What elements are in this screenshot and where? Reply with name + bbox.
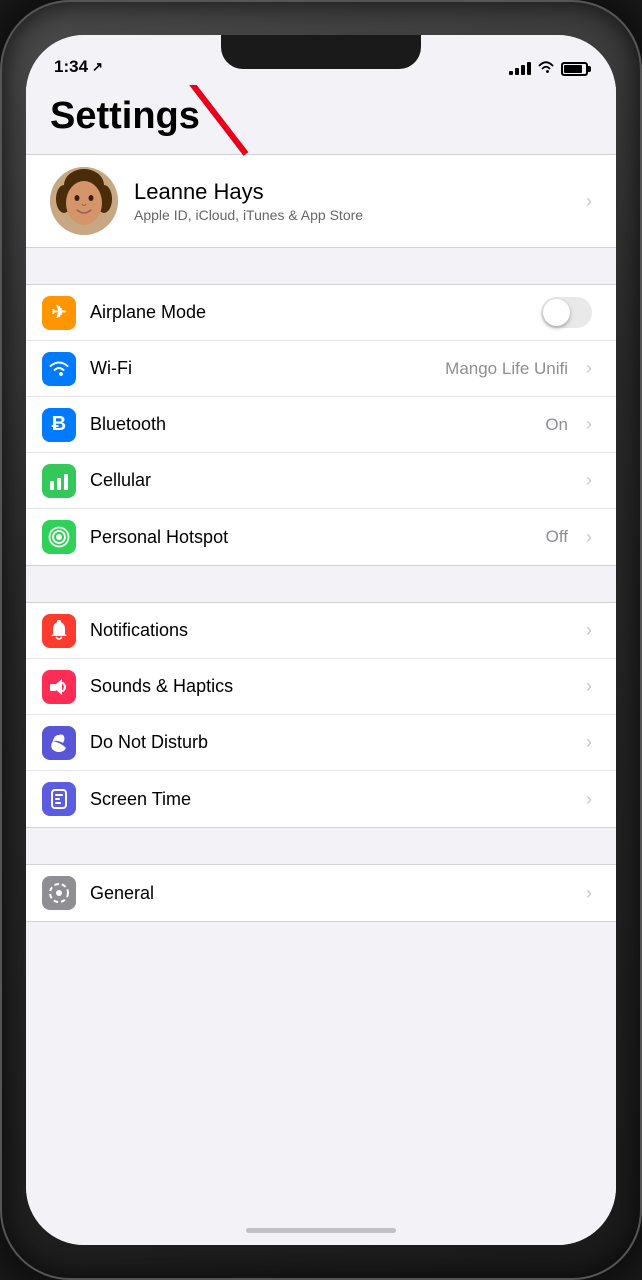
signal-bar-3 — [521, 65, 525, 75]
bottom-spacer — [26, 922, 616, 982]
profile-chevron: › — [586, 191, 592, 212]
settings-screen[interactable]: Settings — [26, 85, 616, 1245]
personal-hotspot-row[interactable]: Personal Hotspot Off › — [26, 509, 616, 565]
general-icon — [42, 876, 76, 910]
bluetooth-label: Bluetooth — [90, 414, 531, 435]
general-label: General — [90, 883, 572, 904]
connectivity-group: ✈ Airplane Mode Wi-Fi Mango — [26, 284, 616, 566]
signal-bar-2 — [515, 68, 519, 75]
signal-bar-4 — [527, 62, 531, 75]
notifications-row[interactable]: Notifications › — [26, 603, 616, 659]
location-icon: ↗ — [92, 59, 103, 75]
do-not-disturb-icon — [42, 726, 76, 760]
phone-screen: 1:34 ↗ — [26, 35, 616, 1245]
wifi-status-icon — [537, 60, 555, 77]
notifications-label: Notifications — [90, 620, 572, 641]
cellular-row[interactable]: Cellular › — [26, 453, 616, 509]
general-group: General › — [26, 864, 616, 922]
personal-hotspot-value: Off — [546, 527, 568, 547]
screen-time-label: Screen Time — [90, 789, 572, 810]
cellular-icon — [42, 464, 76, 498]
spacer-2 — [26, 566, 616, 602]
bluetooth-row[interactable]: Ƀ Bluetooth On › — [26, 397, 616, 453]
wifi-chevron: › — [586, 358, 592, 379]
general-row[interactable]: General › — [26, 865, 616, 921]
signal-bar-1 — [509, 71, 513, 75]
notifications-chevron: › — [586, 620, 592, 641]
airplane-mode-icon: ✈ — [42, 296, 76, 330]
screen-time-row[interactable]: Screen Time › — [26, 771, 616, 827]
personal-hotspot-label: Personal Hotspot — [90, 527, 532, 548]
profile-info: Leanne Hays Apple ID, iCloud, iTunes & A… — [134, 179, 570, 223]
bluetooth-icon: Ƀ — [42, 408, 76, 442]
notifications-icon — [42, 614, 76, 648]
cellular-label: Cellular — [90, 470, 572, 491]
general-chevron: › — [586, 883, 592, 904]
airplane-mode-label: Airplane Mode — [90, 302, 527, 323]
do-not-disturb-row[interactable]: Do Not Disturb › — [26, 715, 616, 771]
sounds-haptics-chevron: › — [586, 676, 592, 697]
do-not-disturb-label: Do Not Disturb — [90, 732, 572, 753]
notch — [221, 35, 421, 69]
wifi-label: Wi-Fi — [90, 358, 431, 379]
cellular-chevron: › — [586, 470, 592, 491]
battery-icon — [561, 62, 588, 76]
spacer-3 — [26, 828, 616, 864]
wifi-icon — [42, 352, 76, 386]
system-settings-group: Notifications › Sounds & Haptics › — [26, 602, 616, 828]
bluetooth-chevron: › — [586, 414, 592, 435]
profile-subtitle: Apple ID, iCloud, iTunes & App Store — [134, 207, 570, 223]
profile-row[interactable]: Leanne Hays Apple ID, iCloud, iTunes & A… — [26, 154, 616, 248]
status-time: 1:34 ↗ — [54, 57, 103, 77]
screen-time-chevron: › — [586, 789, 592, 810]
airplane-mode-toggle[interactable] — [541, 297, 592, 328]
signal-bars — [509, 62, 531, 75]
personal-hotspot-icon — [42, 520, 76, 554]
airplane-mode-row[interactable]: ✈ Airplane Mode — [26, 285, 616, 341]
wifi-value: Mango Life Unifi — [445, 359, 568, 379]
wifi-row[interactable]: Wi-Fi Mango Life Unifi › — [26, 341, 616, 397]
avatar — [50, 167, 118, 235]
battery-fill — [564, 65, 582, 73]
status-icons — [509, 60, 588, 77]
personal-hotspot-chevron: › — [586, 527, 592, 548]
page-title: Settings — [26, 85, 616, 154]
phone-frame: 1:34 ↗ — [0, 0, 642, 1280]
screen-time-icon — [42, 782, 76, 816]
spacer-1 — [26, 248, 616, 284]
sounds-haptics-label: Sounds & Haptics — [90, 676, 572, 697]
profile-name: Leanne Hays — [134, 179, 570, 205]
home-indicator[interactable] — [246, 1228, 396, 1233]
do-not-disturb-chevron: › — [586, 732, 592, 753]
bluetooth-value: On — [545, 415, 568, 435]
sounds-haptics-icon — [42, 670, 76, 704]
sounds-haptics-row[interactable]: Sounds & Haptics › — [26, 659, 616, 715]
